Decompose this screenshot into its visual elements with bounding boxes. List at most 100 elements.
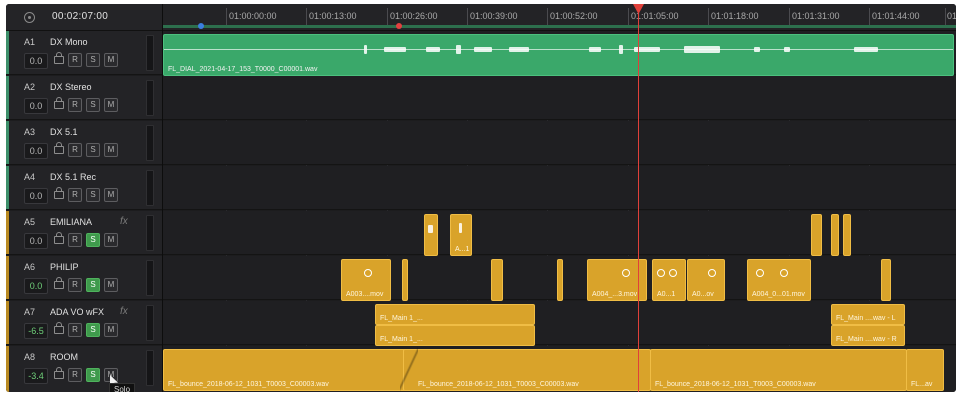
record-button[interactable]: R <box>68 188 82 202</box>
lock-icon[interactable] <box>54 52 64 64</box>
lock-icon[interactable] <box>54 97 64 109</box>
lock-icon[interactable] <box>54 142 64 154</box>
playhead[interactable] <box>638 10 639 392</box>
keyframe-icon[interactable] <box>780 269 788 277</box>
mute-button[interactable]: M <box>104 98 118 112</box>
audio-clip[interactable] <box>557 259 563 301</box>
track-header-a1[interactable]: A1 DX Mono 0.0 R S M <box>6 31 162 75</box>
audio-clip[interactable]: FL_Main ....wav - L <box>831 304 905 325</box>
solo-button[interactable]: S <box>86 323 100 337</box>
solo-button[interactable]: S <box>86 278 100 292</box>
red-marker-icon[interactable] <box>396 23 402 29</box>
record-button[interactable]: R <box>68 98 82 112</box>
audio-clip[interactable] <box>843 214 851 256</box>
track-lane-a8[interactable]: FL_bounce_2018-06-12_1031_T0003_C00003.w… <box>163 346 956 392</box>
track-volume[interactable]: 0.0 <box>24 53 48 69</box>
lock-icon[interactable] <box>54 277 64 289</box>
track-name[interactable]: ROOM <box>50 352 78 362</box>
track-lane-a5[interactable]: A...1 <box>163 211 956 256</box>
audio-clip[interactable]: A004_0...01.mov <box>747 259 811 301</box>
track-header-a3[interactable]: A3 DX 5.1 0.0 R S M <box>6 121 162 165</box>
keyframe-icon[interactable] <box>756 269 764 277</box>
track-name[interactable]: DX Stereo <box>50 82 92 92</box>
mute-button[interactable]: M <box>104 188 118 202</box>
audio-clip[interactable]: FL_Main 1_... <box>375 325 535 346</box>
track-lane-a7[interactable]: FL_Main 1_... FL_Main 1_... FL_Main ....… <box>163 301 956 346</box>
track-name[interactable]: PHILIP <box>50 262 79 272</box>
keyframe-icon[interactable] <box>364 269 372 277</box>
lock-icon[interactable] <box>54 187 64 199</box>
track-lane-a4[interactable] <box>163 166 956 210</box>
audio-clip[interactable]: FL_bounce_2018-06-12_1031_T0003_C00003.w… <box>650 349 907 391</box>
audio-clip[interactable]: A...1 <box>450 214 472 256</box>
keyframe-icon[interactable] <box>657 269 665 277</box>
track-volume[interactable]: 0.0 <box>24 98 48 114</box>
audio-clip[interactable]: A003....mov <box>341 259 391 301</box>
track-header-a5[interactable]: A5 EMILIANA fx 0.0 R S M <box>6 211 162 255</box>
mute-button[interactable]: M <box>104 278 118 292</box>
solo-button[interactable]: S <box>86 188 100 202</box>
track-header-a7[interactable]: A7 ADA VO wFX fx -6.5 R S M <box>6 301 162 345</box>
track-volume[interactable]: -6.5 <box>24 323 48 339</box>
audio-clip[interactable]: FL...av <box>906 349 944 391</box>
audio-clip[interactable] <box>424 214 438 256</box>
track-lane-a2[interactable] <box>163 76 956 120</box>
record-button[interactable]: R <box>68 53 82 67</box>
track-lane-a6[interactable]: A003....mov A004_...3.mov A0...1 A0...ov… <box>163 256 956 301</box>
track-name[interactable]: DX Mono <box>50 37 88 47</box>
solo-button[interactable]: S <box>86 143 100 157</box>
track-volume[interactable]: 0.0 <box>24 188 48 204</box>
record-button[interactable]: R <box>68 368 82 382</box>
solo-button[interactable]: S <box>86 98 100 112</box>
crossfade[interactable] <box>400 346 418 392</box>
audio-clip[interactable] <box>831 214 839 256</box>
audio-clip[interactable] <box>811 214 822 256</box>
keyframe-icon[interactable] <box>708 269 716 277</box>
track-volume[interactable]: -3.4 <box>24 368 48 384</box>
lock-icon[interactable] <box>54 367 64 379</box>
keyframe-icon[interactable] <box>669 269 677 277</box>
lock-icon[interactable] <box>54 322 64 334</box>
fx-icon[interactable]: fx <box>120 216 128 227</box>
audio-clip[interactable] <box>491 259 503 301</box>
record-button[interactable]: R <box>68 278 82 292</box>
audio-clip[interactable]: FL_DIAL_2021-04-17_153_T0000_C00001.wav <box>163 34 954 76</box>
mute-button[interactable]: M <box>104 143 118 157</box>
track-volume[interactable]: 0.0 <box>24 143 48 159</box>
track-header-a2[interactable]: A2 DX Stereo 0.0 R S M <box>6 76 162 120</box>
record-button[interactable]: R <box>68 143 82 157</box>
track-name[interactable]: DX 5.1 <box>50 127 78 137</box>
track-name[interactable]: DX 5.1 Rec <box>50 172 96 182</box>
keyframe-icon[interactable] <box>622 269 630 277</box>
audio-clip[interactable]: FL_Main 1_... <box>375 304 535 325</box>
track-name[interactable]: ADA VO wFX <box>50 307 104 317</box>
audio-clip[interactable]: A0...ov <box>687 259 725 301</box>
track-volume[interactable]: 0.0 <box>24 233 48 249</box>
track-header-a6[interactable]: A6 PHILIP 0.0 R S M <box>6 256 162 300</box>
solo-button[interactable]: S <box>86 233 100 247</box>
track-lane-a3[interactable] <box>163 121 956 165</box>
track-name[interactable]: EMILIANA <box>50 217 92 227</box>
lock-icon[interactable] <box>54 232 64 244</box>
timecode-display[interactable]: 00:02:07:00 <box>52 11 108 22</box>
audio-clip[interactable]: A0...1 <box>652 259 686 301</box>
mute-button[interactable]: M <box>104 53 118 67</box>
mute-button[interactable]: M <box>104 233 118 247</box>
track-header-a4[interactable]: A4 DX 5.1 Rec 0.0 R S M <box>6 166 162 210</box>
track-lane-a1[interactable]: FL_DIAL_2021-04-17_153_T0000_C00001.wav <box>163 31 956 76</box>
record-button[interactable]: R <box>68 323 82 337</box>
timeline-ruler[interactable]: 01:00:00:00 01:00:13:00 01:00:26:00 01:0… <box>163 4 956 31</box>
audio-clip[interactable]: FL_bounce_2018-06-12_1031_T0003_C00003.w… <box>403 349 651 391</box>
blue-marker-icon[interactable] <box>198 23 204 29</box>
track-header-a8[interactable]: A8 ROOM -3.4 R S M <box>6 346 162 392</box>
audio-clip[interactable]: FL_bounce_2018-06-12_1031_T0003_C00003.w… <box>163 349 410 391</box>
mute-button[interactable]: M <box>104 323 118 337</box>
record-button[interactable]: R <box>68 233 82 247</box>
audio-clip[interactable] <box>402 259 408 301</box>
fx-icon[interactable]: fx <box>120 306 128 317</box>
track-volume[interactable]: 0.0 <box>24 278 48 294</box>
audio-clip[interactable]: FL_Main ....wav - R <box>831 325 905 346</box>
solo-button[interactable]: S <box>86 368 100 382</box>
solo-button[interactable]: S <box>86 53 100 67</box>
audio-clip[interactable] <box>881 259 891 301</box>
